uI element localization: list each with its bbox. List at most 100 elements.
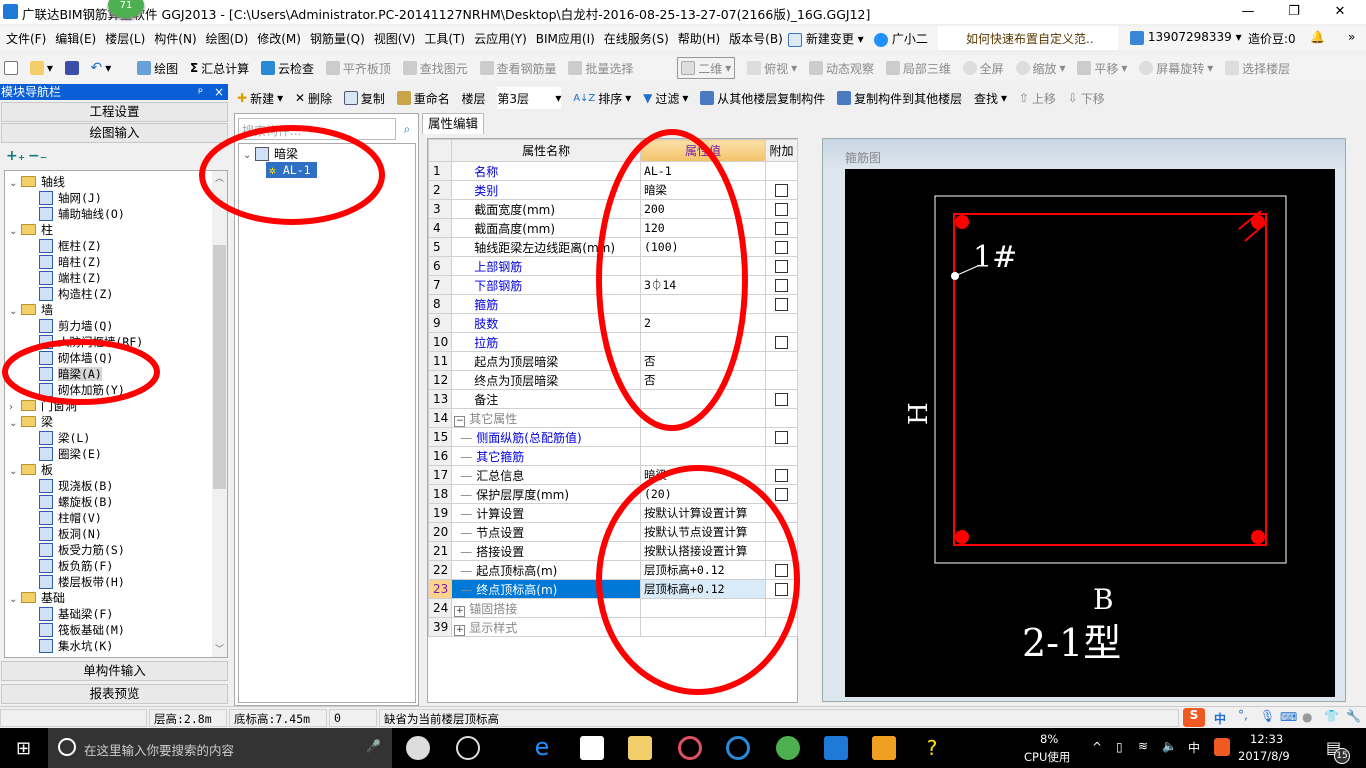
cloud-check-button[interactable]: 云检查 xyxy=(261,57,314,79)
ggj-app-icon[interactable] xyxy=(824,736,848,760)
property-row[interactable]: 10 拉筋 xyxy=(427,332,798,352)
property-value[interactable] xyxy=(639,427,767,447)
close-panel-icon[interactable]: × xyxy=(214,84,224,100)
menu-item[interactable]: 在线服务(S) xyxy=(598,26,672,50)
copy-button[interactable]: 复制 xyxy=(343,87,385,109)
copy-to-floor-button[interactable]: 复制构件到其他楼层 xyxy=(837,87,962,109)
taskbar-search-box[interactable]: 在这里输入你要搜索的内容 🎤 xyxy=(48,728,392,768)
new-component-button[interactable]: ✚ 新建 ▾ xyxy=(237,87,283,109)
menu-item[interactable]: 帮助(H) xyxy=(672,26,723,50)
property-row[interactable]: 39 + 显示样式 xyxy=(427,617,798,637)
sogou-ime-icon[interactable]: S xyxy=(1183,708,1205,727)
tree-item[interactable]: 砌体加筋(Y) xyxy=(39,382,125,398)
property-row[interactable]: 19— 计算设置 按默认计算设置计算 xyxy=(427,503,798,523)
ime-mode[interactable]: 中 xyxy=(1214,710,1226,727)
property-value[interactable] xyxy=(639,617,767,637)
extra-checkbox[interactable] xyxy=(775,203,789,216)
file-explorer-icon[interactable] xyxy=(628,736,652,760)
component-search-input[interactable]: 搜索构件... xyxy=(238,118,396,140)
taskbar-ime[interactable]: 中 xyxy=(1188,739,1200,756)
tree-folder[interactable]: ⌄ 轴线 xyxy=(9,174,65,190)
property-row[interactable]: 24 + 锚固搭接 xyxy=(427,598,798,618)
extra-checkbox[interactable] xyxy=(775,336,789,349)
local-3d-button[interactable]: 局部三维 xyxy=(885,57,951,79)
undo-button[interactable]: ↶ ▾ xyxy=(91,57,112,79)
new-file-button[interactable] xyxy=(4,57,18,79)
project-settings-button[interactable]: 工程设置 xyxy=(1,102,228,122)
extra-checkbox[interactable] xyxy=(775,393,789,406)
tree-group-hidden-beam[interactable]: ⌄ 暗梁 xyxy=(243,146,298,162)
zoom-button[interactable]: 缩放 ▾ xyxy=(1015,57,1066,79)
menu-item[interactable]: 文件(F) xyxy=(0,26,49,50)
store-icon[interactable] xyxy=(580,736,604,760)
extra-checkbox[interactable] xyxy=(775,431,789,444)
property-value[interactable]: (20) xyxy=(639,484,767,504)
bell-icon[interactable]: 🔔 xyxy=(1310,30,1325,44)
move-down-button[interactable]: ⇩ 下移 xyxy=(1068,87,1105,109)
property-row[interactable]: 20— 节点设置 按默认节点设置计算 xyxy=(427,522,798,542)
extra-checkbox[interactable] xyxy=(775,298,789,311)
clock-time[interactable]: 12:33 xyxy=(1250,732,1283,746)
property-row[interactable]: 5 轴线距梁左边线距离(mm) (100) xyxy=(427,237,798,257)
collapse-all-icon[interactable]: −₋ xyxy=(28,148,47,164)
keyboard-icon[interactable]: ⌨ xyxy=(1280,710,1297,724)
tree-item[interactable]: 梁(L) xyxy=(39,430,90,446)
tree-item[interactable]: 现浇板(B) xyxy=(39,478,113,494)
tree-item[interactable]: 剪力墙(Q) xyxy=(39,318,113,334)
menu-item[interactable]: 视图(V) xyxy=(368,26,419,50)
property-row[interactable]: 16— 其它箍筋 xyxy=(427,446,798,466)
find-button[interactable]: 查找 ▾ xyxy=(974,87,1007,109)
find-element-button[interactable]: 查找图元 xyxy=(402,57,468,79)
tree-item[interactable]: 框柱(Z) xyxy=(39,238,102,254)
notes-app-icon[interactable] xyxy=(872,736,896,760)
extra-checkbox[interactable] xyxy=(775,260,789,273)
save-button[interactable] xyxy=(64,57,79,79)
tree-item[interactable]: 暗梁(A) xyxy=(39,366,102,382)
menu-item[interactable]: 绘图(D) xyxy=(200,26,252,50)
property-row[interactable]: 4 截面高度(mm) 120 xyxy=(427,218,798,238)
menu-item[interactable]: 构件(N) xyxy=(148,26,199,50)
drawing-input-button[interactable]: 绘图输入 xyxy=(1,123,228,143)
tree-item[interactable]: 筏板基础(M) xyxy=(39,622,125,638)
property-value[interactable] xyxy=(639,294,767,314)
extra-checkbox[interactable] xyxy=(775,241,789,254)
property-value[interactable]: 200 xyxy=(639,199,767,219)
collapse-icon[interactable]: − xyxy=(454,415,466,427)
user-ime-icon[interactable]: ● xyxy=(1302,710,1312,724)
more-icon[interactable]: » xyxy=(1348,30,1355,44)
scrollbar-thumb[interactable] xyxy=(213,245,226,489)
browser-icon[interactable] xyxy=(776,736,800,760)
property-value[interactable]: 3⏀14 xyxy=(639,275,767,295)
expand-icon[interactable]: + xyxy=(454,605,466,617)
tree-folder[interactable]: ⌄ 墙 xyxy=(9,302,53,318)
app-icon-bell[interactable] xyxy=(456,736,480,760)
property-value[interactable] xyxy=(639,389,767,409)
property-value[interactable] xyxy=(639,408,767,428)
scroll-up-icon[interactable]: ︿ xyxy=(212,171,227,184)
volume-icon[interactable]: 🔈 xyxy=(1162,739,1177,753)
rename-button[interactable]: 重命名 xyxy=(396,87,450,109)
restore-button[interactable]: ❐ xyxy=(1274,2,1314,22)
minimize-button[interactable]: — xyxy=(1228,2,1268,22)
tray-expand-icon[interactable]: ^ xyxy=(1092,740,1102,754)
tree-item[interactable]: 螺旋板(B) xyxy=(39,494,113,510)
punctuation-icon[interactable]: °, xyxy=(1238,708,1248,722)
view-mode-select[interactable]: 二维 ▾ xyxy=(677,57,736,79)
floor-select[interactable]: 第3层 ▾ xyxy=(497,87,562,109)
pan-button[interactable]: 平移 ▾ xyxy=(1077,57,1127,79)
draw-button[interactable]: 绘图 xyxy=(137,57,178,79)
extra-checkbox[interactable] xyxy=(775,564,789,577)
sum-calc-button[interactable]: Σ 汇总计算 xyxy=(190,57,249,79)
tip-link[interactable]: 如何快速布置自定义范.. xyxy=(938,26,1118,50)
property-row[interactable]: 14− 其它属性 xyxy=(427,408,798,428)
property-value[interactable]: 按默认计算设置计算 xyxy=(639,503,767,523)
property-value[interactable]: (100) xyxy=(639,237,767,257)
property-row[interactable]: 11 起点为顶层暗梁 否 xyxy=(427,351,798,371)
chevron-down-icon[interactable]: ⌄ xyxy=(9,592,21,608)
dynamic-view-button[interactable]: 动态观察 xyxy=(808,57,874,79)
view-rebar-button[interactable]: 查看钢筋量 xyxy=(479,57,557,79)
property-row[interactable]: 18— 保护层厚度(mm) (20) xyxy=(427,484,798,504)
copy-from-floor-button[interactable]: 从其他楼层复制构件 xyxy=(700,87,825,109)
tree-item[interactable]: 板负筋(F) xyxy=(39,558,113,574)
extra-checkbox[interactable] xyxy=(775,279,789,292)
